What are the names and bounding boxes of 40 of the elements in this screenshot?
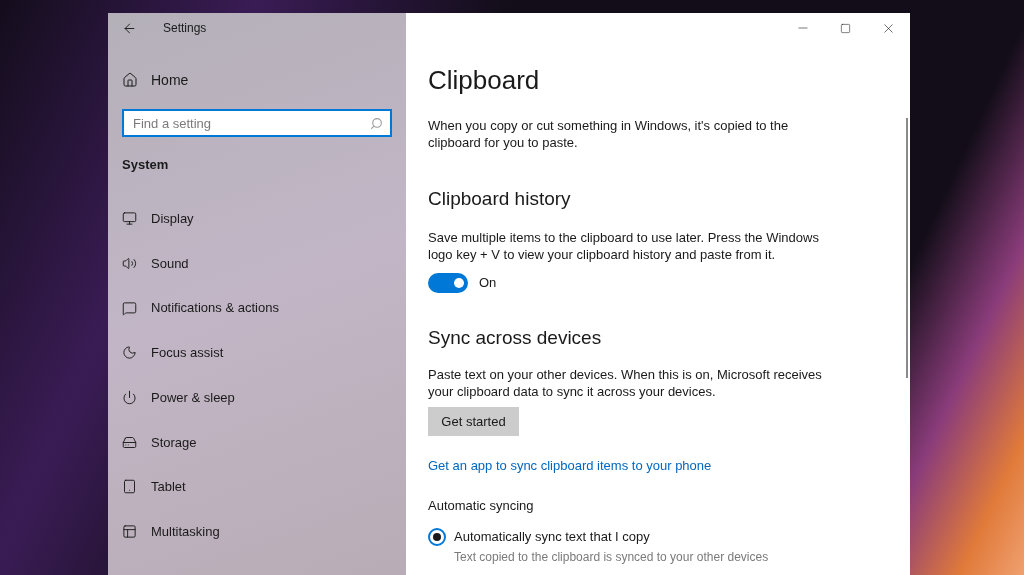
moon-icon (122, 345, 137, 361)
home-icon (122, 72, 138, 88)
subheading: Automatic syncing (428, 496, 535, 515)
toggle-switch[interactable] (428, 273, 468, 293)
toggle-label: On (479, 274, 497, 293)
maximize-icon (839, 22, 851, 34)
sidebar-item[interactable]: Notifications & actions (108, 285, 406, 331)
get-started-button[interactable]: Get started (428, 407, 519, 436)
back-icon[interactable] (122, 20, 137, 36)
page-title: Clipboard (428, 64, 541, 96)
window-title: Settings (163, 20, 207, 37)
sidebar-item[interactable]: Multitasking (108, 509, 406, 554)
speech-bubble-icon (122, 300, 137, 316)
radio-button[interactable] (428, 527, 446, 546)
home-item[interactable]: Home (108, 68, 406, 92)
section-heading: Clipboard history (428, 187, 572, 211)
sidebar-item[interactable]: Storage (108, 419, 406, 465)
tablet-icon (122, 479, 137, 495)
search-icon (370, 117, 383, 130)
sidebar-item[interactable]: Focus assist (108, 330, 406, 376)
radio-label: Automatically sync text that I copy (454, 528, 650, 546)
sidebar-item[interactable]: Display (108, 196, 406, 242)
sidebar-item[interactable]: Power & sleep (108, 375, 406, 420)
sync-app-link[interactable]: Get an app to sync clipboard items to your phone (428, 456, 712, 476)
monitor-icon (122, 211, 137, 227)
windows-icon (122, 524, 137, 540)
scrollbar[interactable] (906, 118, 908, 378)
sidebar-item[interactable]: Tablet (108, 464, 406, 510)
section-heading: Sync across devices (428, 326, 603, 350)
intro-text: When you copy or cut something in Windows, it's copied to the clipboard for you to paste. (428, 117, 790, 151)
power-icon (122, 390, 137, 406)
speaker-icon (122, 256, 137, 272)
section-heading: System (121, 156, 170, 174)
history-description: Save multiple items to the clipboard to use later. Press the Windows logo key + V to view your clipboard history and paste from it. (428, 229, 820, 263)
drive-icon (122, 434, 137, 450)
sync-description: Paste text on your other devices. When this is on, Microsoft receives your clipboard data to sync it across your devices. (428, 366, 823, 400)
radio-option[interactable]: Automatically sync text that I copy (428, 527, 910, 547)
search-field[interactable]: Find a setting (122, 109, 392, 137)
option-note: Text copied to the clipboard is synced to your other devices (454, 549, 770, 564)
sidebar-item[interactable]: Sound (108, 241, 406, 286)
